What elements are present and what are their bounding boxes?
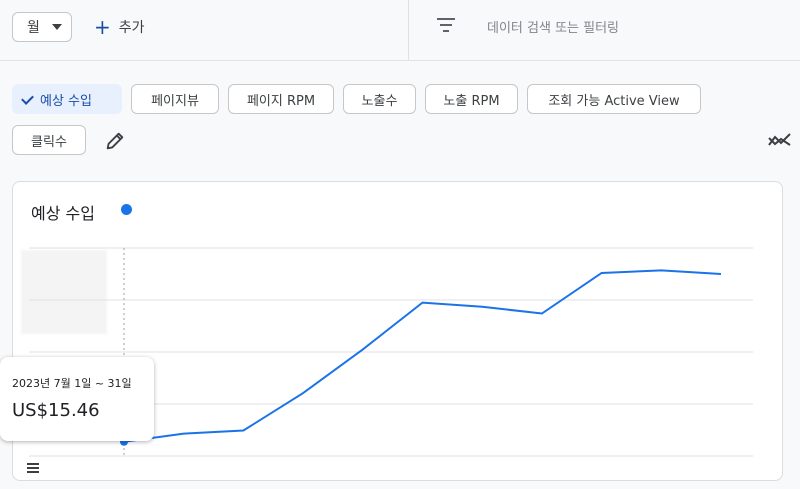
list-icon[interactable] xyxy=(27,463,39,473)
add-button-label: 추가 xyxy=(118,20,145,36)
chip-label: 노출 RPM xyxy=(443,93,500,109)
period-select[interactable]: 월 xyxy=(12,12,72,42)
chip-label: 페이지 RPM xyxy=(246,93,316,109)
toolbar: 월 + 추가 xyxy=(0,0,800,61)
chip-label: 조회 가능 Active View xyxy=(548,93,680,109)
period-select-value: 월 xyxy=(27,20,40,36)
caret-down-icon xyxy=(51,24,62,30)
chip-clicks[interactable]: 클릭수 xyxy=(12,125,86,155)
chip-label: 클릭수 xyxy=(31,134,67,150)
chip-pageviews[interactable]: 페이지뷰 xyxy=(131,84,219,114)
chip-label: 노출수 xyxy=(361,93,398,109)
chip-impressions[interactable]: 노출수 xyxy=(343,84,416,114)
chip-impression-rpm[interactable]: 노출 RPM xyxy=(425,84,518,114)
tooltip-range: 2023년 7월 1일 ~ 31일 xyxy=(12,377,132,390)
trend-compare-icon[interactable] xyxy=(768,130,792,150)
chip-label: 예상 수입 xyxy=(40,93,92,109)
plus-icon: + xyxy=(94,15,111,39)
chip-page-rpm[interactable]: 페이지 RPM xyxy=(228,84,334,114)
series-line xyxy=(123,269,722,443)
toolbar-divider xyxy=(408,0,409,60)
chip-estimated-earnings[interactable]: 예상 수입 xyxy=(12,84,122,114)
chart-tooltip: 2023년 7월 1일 ~ 31일 US$15.46 xyxy=(0,357,154,441)
pencil-icon[interactable] xyxy=(104,130,126,152)
filter-icon[interactable] xyxy=(436,18,456,34)
check-icon xyxy=(22,93,34,105)
search-input[interactable] xyxy=(485,16,779,40)
tooltip-value: US$15.46 xyxy=(12,400,100,421)
chip-label: 페이지뷰 xyxy=(151,93,199,109)
add-button[interactable]: + 추가 xyxy=(94,17,145,37)
chip-active-view-viewable[interactable]: 조회 가능 Active View xyxy=(527,84,701,114)
